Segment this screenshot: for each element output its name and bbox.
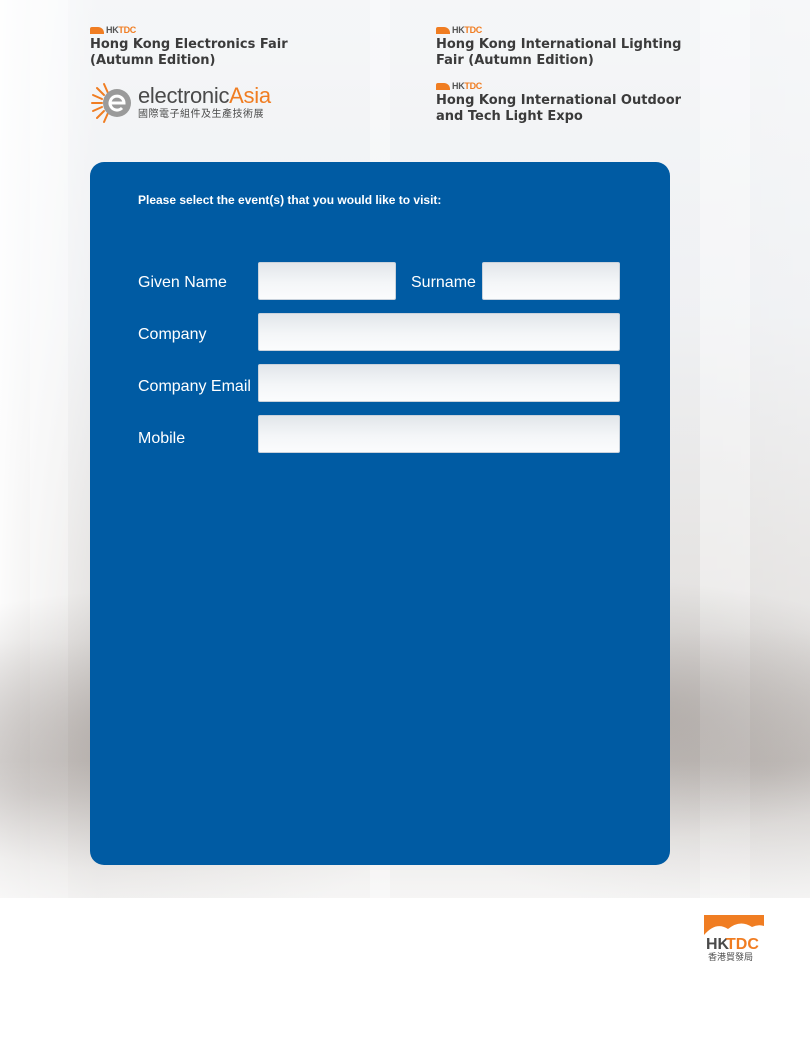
electronic-asia-logo: electronicAsia 國際電子組件及生產技術展	[90, 82, 271, 124]
hktdc-mini-logo: HKTDC	[436, 82, 681, 91]
given-name-label: Given Name	[138, 274, 227, 291]
surname-label: Surname	[411, 274, 476, 291]
company-label: Company	[138, 326, 207, 343]
event-title: Hong Kong Electronics Fair	[90, 37, 288, 52]
hktdc-wing-icon	[90, 27, 104, 34]
event-title: Hong Kong International Lighting	[436, 37, 682, 52]
hktdc-footer-logo: HK TDC 香港貿發局	[700, 915, 766, 963]
outdoor-light-expo-logo: HKTDC Hong Kong International Outdoor an…	[436, 82, 681, 125]
electronic-asia-mark-icon	[90, 82, 132, 124]
electronic-asia-chinese-name: 國際電子組件及生產技術展	[138, 109, 264, 120]
event-title-subtitle: and Tech Light Expo	[436, 109, 583, 124]
mobile-input[interactable]	[258, 415, 620, 453]
registration-form-panel: Please select the event(s) that you woul…	[90, 162, 670, 865]
hktdc-mini-logo: HKTDC	[436, 26, 681, 35]
hktdc-logo-tdc: TDC	[726, 936, 759, 953]
event-selection-instruction: Please select the event(s) that you woul…	[138, 193, 442, 207]
event-title-edition: Fair (Autumn Edition)	[436, 53, 594, 68]
footer	[0, 898, 810, 1044]
electronic-asia-wordmark: electronicAsia	[138, 83, 271, 108]
mobile-label: Mobile	[138, 430, 186, 447]
lighting-fair-logo: HKTDC Hong Kong International Lighting F…	[436, 26, 681, 69]
hktdc-wing-icon	[436, 27, 450, 34]
event-title-edition: (Autumn Edition)	[90, 53, 216, 68]
electronics-fair-logo: HKTDC Hong Kong Electronics Fair (Autumn…	[90, 26, 288, 69]
event-title: Hong Kong International Outdoor	[436, 93, 682, 108]
company-email-input[interactable]	[258, 364, 620, 402]
hktdc-wing-icon	[436, 83, 450, 90]
surname-input[interactable]	[482, 262, 620, 300]
hktdc-mini-logo: HKTDC	[90, 26, 288, 35]
hktdc-logo-chinese: 香港貿發局	[708, 951, 753, 963]
company-input[interactable]	[258, 313, 620, 351]
company-email-label: Company Email	[138, 378, 251, 395]
given-name-input[interactable]	[258, 262, 396, 300]
